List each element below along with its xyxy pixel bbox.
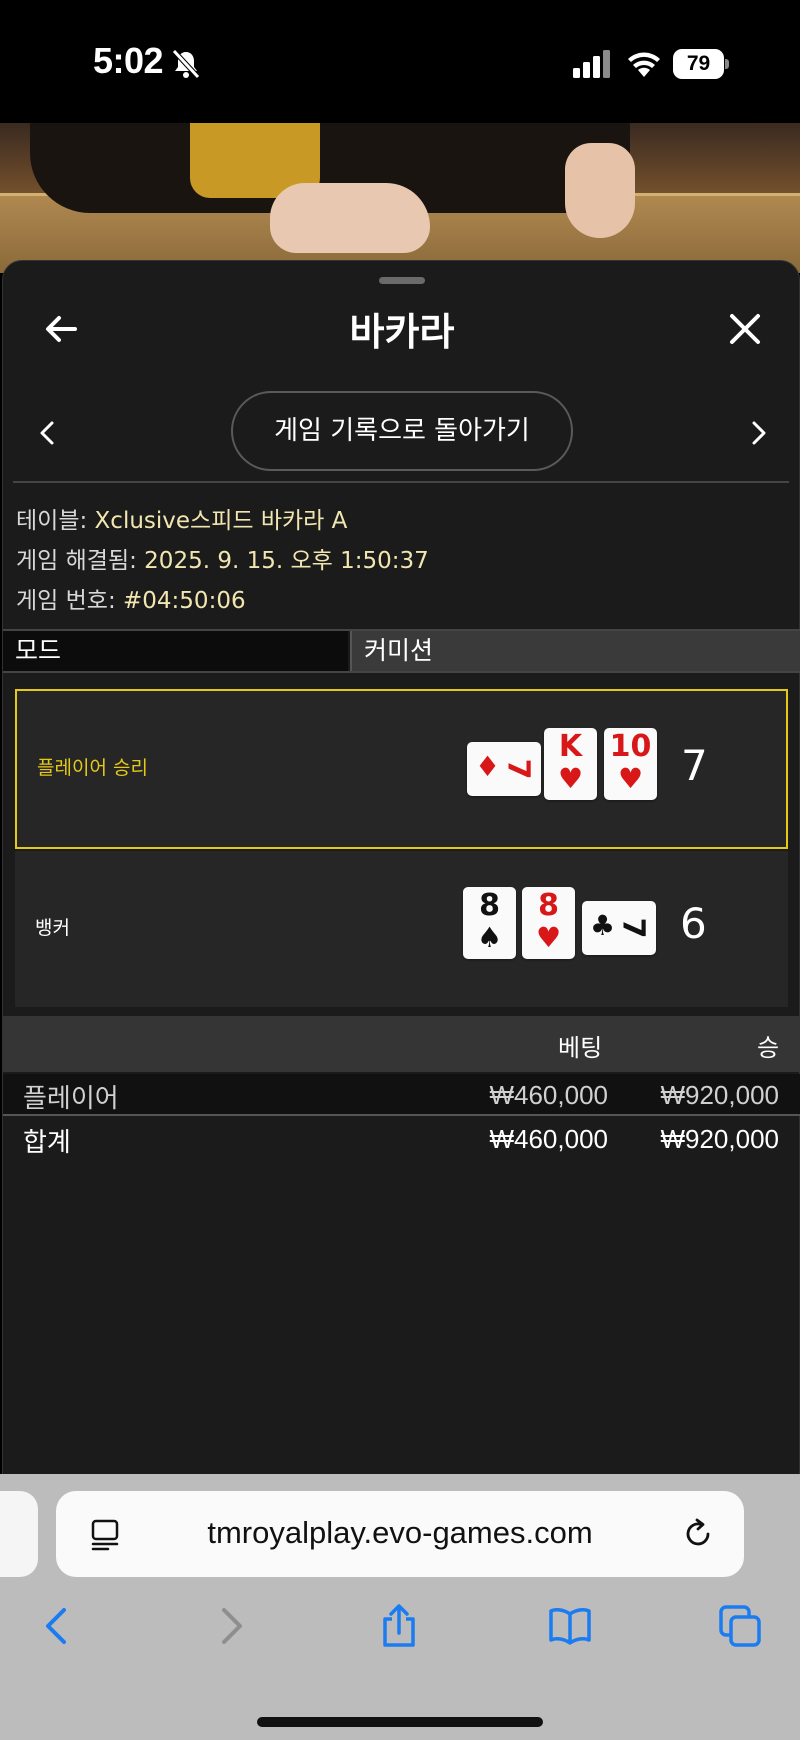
info-table-value: Xclusive스피드 바카라 A [94,508,348,534]
mode-label: 모드 [3,631,348,671]
bookmarks-icon[interactable] [548,1604,592,1648]
card-suit: ♥ [557,762,584,795]
card-suit: ♦ [475,750,501,783]
dealer-right-hand [565,143,635,238]
info-resolved-label: 게임 해결됨: [16,548,145,574]
forward-icon[interactable] [208,1604,252,1648]
divider [13,481,789,483]
mode-row: 모드 커미션 [3,629,800,673]
reload-icon[interactable] [682,1517,716,1551]
card-suit: ♥ [617,762,644,795]
card-suit: ♥ [535,921,562,954]
card-rank: K [558,729,583,764]
banker-card-3: 7 ♣ [582,901,656,955]
banker-score: 6 [680,899,707,948]
banker-result-label: 뱅커 [35,917,70,939]
live-video-background [0,123,800,273]
battery-tip [725,59,729,69]
banker-card-1: 8 ♠ [463,887,516,959]
info-table-label: 테이블: [16,508,95,534]
wifi-icon [628,52,660,77]
chevron-left-icon[interactable] [35,416,59,450]
table-row: 플레이어 ₩460,000 ₩920,000 [3,1074,800,1116]
status-time: 5:02 [93,40,164,81]
player-card-2: K ♥ [544,728,597,800]
card-rank: 8 [538,888,559,923]
card-rank: 7 [615,917,651,939]
address-bar[interactable]: tmroyalplay.evo-games.com [56,1491,744,1577]
tabs-icon[interactable] [718,1604,762,1648]
total-row: 합계 ₩460,000 ₩920,000 [3,1118,800,1160]
chevron-right-icon[interactable] [747,416,771,450]
bell-slash-icon [172,49,200,79]
close-icon[interactable] [725,309,765,349]
player-score: 7 [681,741,708,790]
total-bet-amount: ₩460,000 [489,1124,608,1154]
bet-name: 플레이어 [23,1084,119,1114]
info-game-number: 게임 번호: #04:50:06 [16,581,246,615]
card-suit: ♠ [476,921,503,954]
battery-level: 79 [673,49,724,79]
status-bar: 5:02 79 [0,0,800,123]
sheet-grabber[interactable] [379,277,425,284]
previous-tab-peek[interactable] [0,1491,38,1577]
share-icon[interactable] [377,1604,421,1648]
dealer-left-hand [270,183,430,253]
info-resolved: 게임 해결됨: 2025. 9. 15. 오후 1:50:37 [16,541,429,575]
card-rank: 10 [609,729,652,764]
banker-result-row: 뱅커 8 ♠ 8 ♥ 7 ♣ 6 [15,851,788,1007]
card-suit: ♣ [590,909,616,942]
card-rank: 8 [479,888,500,923]
player-result-row: 플레이어 승리 7 ♦ K ♥ 10 ♥ 7 [15,689,788,849]
bet-column-header: 베팅 [558,1034,603,1062]
player-card-1: 7 ♦ [467,742,541,796]
home-indicator[interactable] [257,1717,543,1727]
bet-amount: ₩460,000 [489,1080,608,1110]
browser-toolbar: tmroyalplay.evo-games.com [0,1474,800,1740]
info-number-value: #04:50:06 [123,588,246,614]
commission-label: 커미션 [350,631,800,671]
banker-card-2: 8 ♥ [522,887,575,959]
cellular-signal-icon [573,50,610,78]
battery-icon: 79 [673,49,729,79]
back-icon[interactable] [36,1604,80,1648]
total-win-amount: ₩920,000 [660,1124,779,1154]
card-rank: 7 [500,758,536,780]
info-number-label: 게임 번호: [16,588,124,614]
info-resolved-value: 2025. 9. 15. 오후 1:50:37 [144,548,429,574]
total-name: 합계 [23,1128,71,1158]
url-text[interactable]: tmroyalplay.evo-games.com [56,1515,744,1551]
bet-table-header: 베팅 승 [3,1016,800,1072]
player-result-label: 플레이어 승리 [37,757,148,779]
info-table: 테이블: Xclusive스피드 바카라 A [16,501,347,535]
win-column-header: 승 [757,1034,780,1062]
game-detail-panel: 바카라 게임 기록으로 돌아가기 테이블: Xclusive스피드 바카라 A … [2,260,800,1475]
win-amount: ₩920,000 [660,1080,779,1110]
player-card-3: 10 ♥ [604,728,657,800]
panel-title: 바카라 [349,310,455,354]
back-to-game-history-button[interactable]: 게임 기록으로 돌아가기 [231,391,573,471]
